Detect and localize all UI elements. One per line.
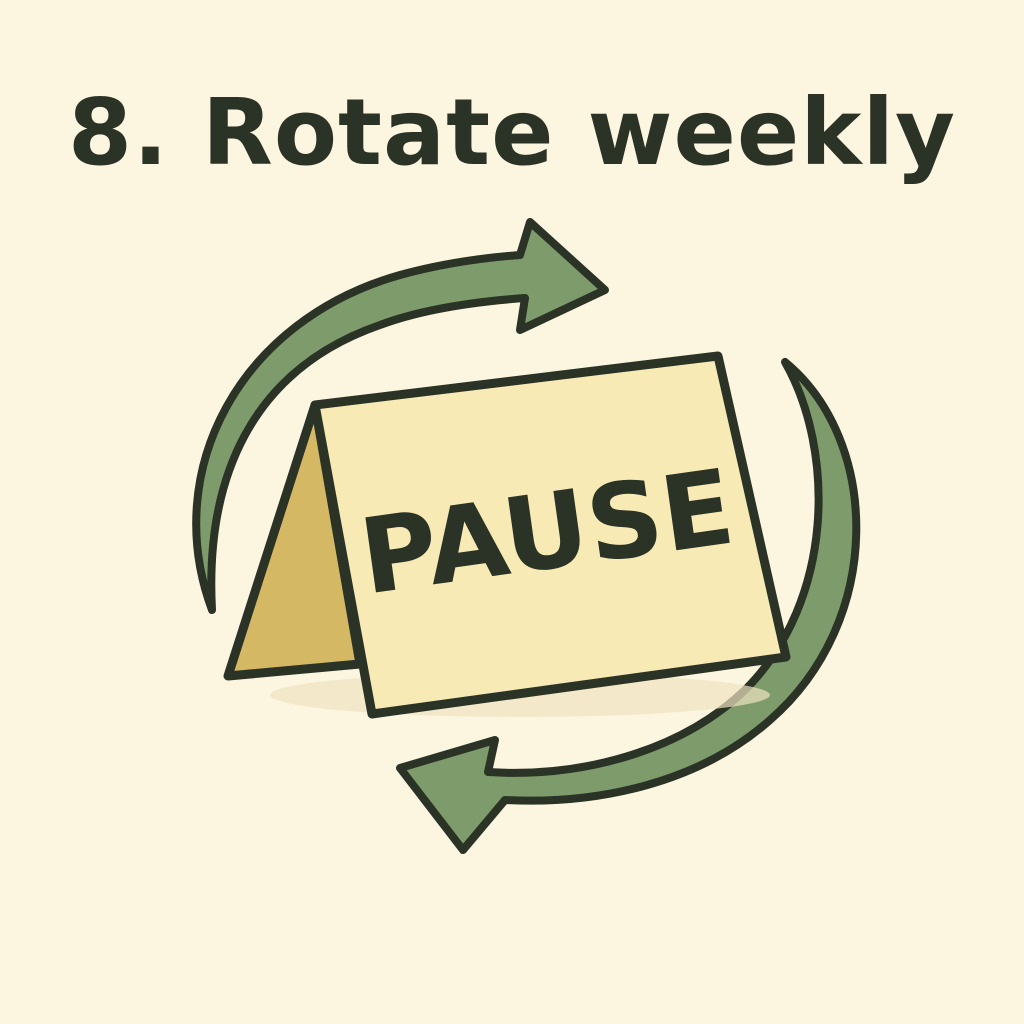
rotate-illustration: PAUSE (192, 218, 861, 854)
pause-sign-icon: PAUSE (223, 351, 791, 719)
